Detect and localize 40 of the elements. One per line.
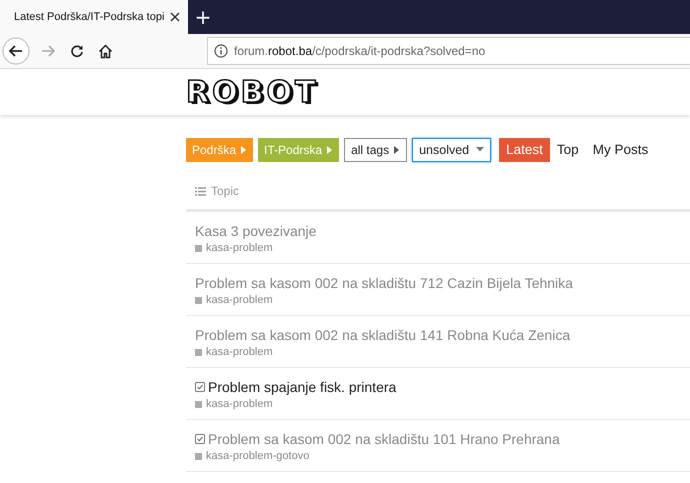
tag-link[interactable]: kasa-problem — [206, 346, 273, 358]
browser-tab[interactable]: Latest Podrška/IT-Podrska topi — [0, 0, 188, 34]
tag-link[interactable]: kasa-problem — [206, 294, 273, 306]
tag-square-icon — [195, 400, 202, 408]
tab-title: Latest Podrška/IT-Podrska topi — [14, 11, 164, 23]
caret-icon — [476, 147, 484, 152]
nav-tab[interactable]: Latest — [499, 138, 550, 162]
topic-title-link[interactable]: Problem sa kasom 002 na skladištu 712 Cazin Bijela Tehnika — [195, 275, 573, 291]
url-text: forum.robot.ba/c/podrska/it-podrska?solved=no — [234, 44, 486, 58]
back-icon[interactable] — [2, 37, 30, 65]
caret-icon — [394, 146, 400, 154]
topic-title-link[interactable]: Problem spajanje fisk. printera — [208, 379, 396, 395]
tag-link[interactable]: kasa-problem — [206, 242, 273, 254]
caret-icon — [241, 146, 248, 154]
address-bar[interactable]: forum.robot.ba/c/podrska/it-podrska?solved=no — [207, 37, 690, 65]
caret-icon — [327, 146, 334, 154]
tag-square-icon — [195, 348, 202, 356]
nav-tab[interactable]: My Posts — [586, 138, 656, 162]
list-icon — [195, 186, 206, 196]
nav-tab[interactable]: Top — [550, 138, 586, 162]
new-tab-button[interactable]: + — [188, 0, 218, 34]
category-breadcrumb[interactable]: IT-Podrska — [258, 138, 340, 162]
topic-title-link[interactable]: Kasa 3 povezivanje — [195, 223, 316, 239]
reload-icon[interactable] — [70, 44, 84, 58]
topic-title-link[interactable]: Problem sa kasom 002 na skladištu 101 Hrano Prehrana — [208, 431, 560, 447]
site-logo[interactable]: ROBOT — [186, 74, 318, 110]
topic-title-link[interactable]: Problem sa kasom 002 na skladištu 141 Robna Kuća Zenica — [195, 327, 570, 343]
column-title: Topic — [211, 184, 240, 198]
tag-square-icon — [195, 452, 202, 460]
category-breadcrumb[interactable]: Podrška — [186, 138, 254, 162]
tag-square-icon — [195, 244, 202, 252]
tag-link[interactable]: kasa-problem — [206, 398, 273, 410]
tag-link[interactable]: kasa-problem-gotovo — [206, 450, 310, 462]
close-icon[interactable] — [170, 12, 180, 22]
home-icon[interactable] — [98, 44, 113, 58]
status-dropdown[interactable]: unsolved — [412, 138, 492, 162]
tag-square-icon — [195, 296, 202, 304]
info-icon — [214, 44, 228, 58]
column-header[interactable]: Topic — [195, 182, 240, 200]
category-breadcrumb[interactable]: all tags — [344, 138, 408, 162]
